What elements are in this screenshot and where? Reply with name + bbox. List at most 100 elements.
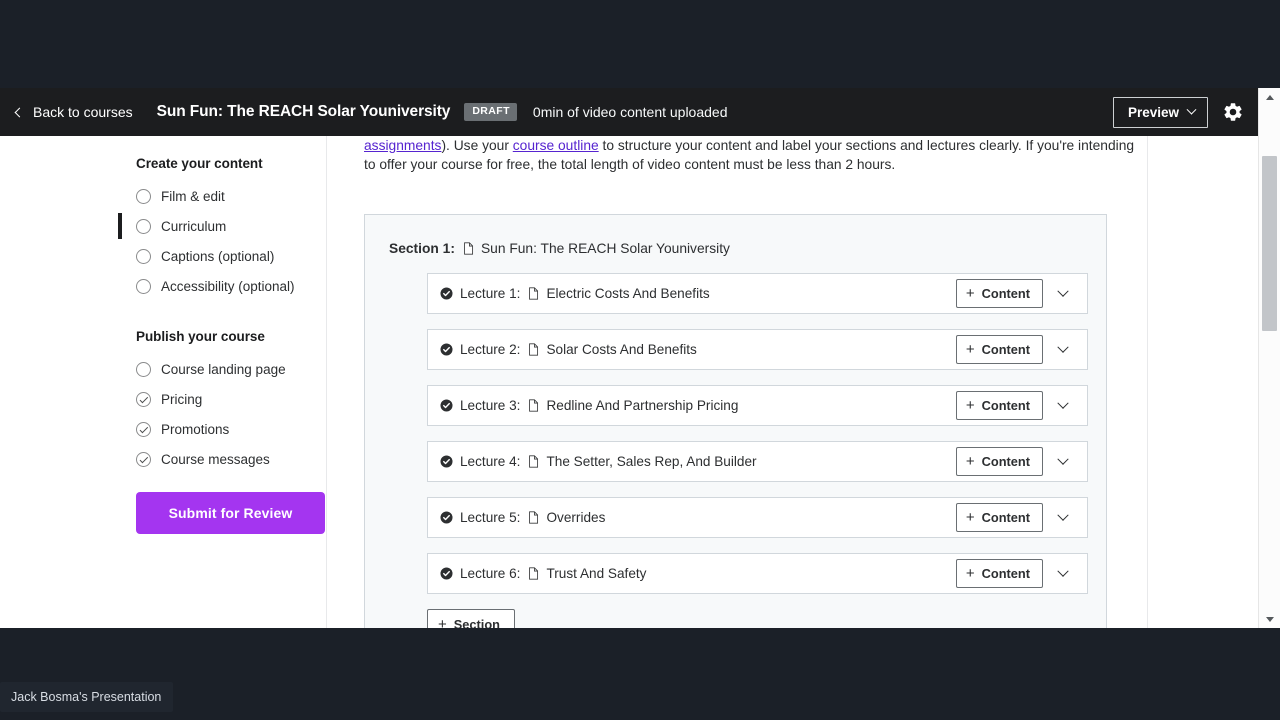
check-circle-icon [440,567,453,580]
check-circle-icon [440,399,453,412]
expand-lecture-chevron-down-icon[interactable] [1052,283,1074,305]
back-to-courses-link[interactable]: Back to courses [14,104,133,120]
course-editor-window: Back to courses Sun Fun: The REACH Solar… [0,88,1280,628]
sidebar-item-course-messages[interactable]: Course messages [136,444,326,474]
assignments-link[interactable]: assignments [364,138,441,153]
sidebar-group-title: Create your content [136,156,263,171]
lecture-label: Lecture 5: [460,510,521,525]
scrollbar-thumb[interactable] [1262,156,1277,331]
add-content-button[interactable]: + Content [955,447,1043,476]
lecture-title: Solar Costs And Benefits [546,342,697,357]
table-row[interactable]: Lecture 5: Overrides + Content [427,497,1088,538]
sidebar-item-curriculum[interactable]: Curriculum [118,211,326,241]
sidebar-item-label: Promotions [161,421,230,437]
sidebar-item-pricing[interactable]: Pricing [136,384,326,414]
sidebar-group-title: Publish your course [136,329,265,344]
lecture-row-actions: + Content [955,391,1074,420]
add-content-label: Content [981,510,1030,525]
document-icon [463,242,474,255]
scroll-down-arrow-icon[interactable] [1259,610,1280,628]
radio-checked-icon [136,421,151,437]
app-top-bar: Back to courses Sun Fun: The REACH Solar… [0,88,1258,136]
top-bar-actions: Preview [1112,96,1244,128]
check-circle-icon [440,343,453,356]
lecture-row-actions: + Content [955,447,1074,476]
sidebar-group-publish-your-course: Publish your course Course landing page … [136,329,326,534]
document-icon [528,287,539,300]
page-scrollbar[interactable] [1258,88,1280,628]
add-content-button[interactable]: + Content [955,559,1043,588]
sidebar-item-course-landing-page[interactable]: Course landing page [136,354,326,384]
expand-lecture-chevron-down-icon[interactable] [1052,395,1074,417]
add-content-label: Content [981,398,1030,413]
lecture-row-actions: + Content [955,279,1074,308]
document-icon [528,399,539,412]
gear-icon[interactable] [1222,101,1244,123]
document-icon [528,567,539,580]
taskbar-window-item[interactable]: Jack Bosma's Presentation [0,682,174,712]
expand-lecture-chevron-down-icon[interactable] [1052,507,1074,529]
document-icon [528,343,539,356]
check-circle-icon [440,455,453,468]
sidebar-item-label: Captions (optional) [161,248,275,264]
sidebar-item-label: Pricing [161,391,203,407]
table-row[interactable]: Lecture 6: Trust And Safety + Content [427,553,1088,594]
add-curriculum-item-button[interactable]: + Section [427,609,515,628]
submit-for-review-button[interactable]: Submit for Review [136,492,325,534]
radio-checked-icon [136,451,151,467]
sidebar-item-captions[interactable]: Captions (optional) [136,241,326,271]
add-content-label: Content [981,286,1030,301]
add-content-button[interactable]: + Content [955,335,1043,364]
table-row[interactable]: Lecture 4: The Setter, Sales Rep, And Bu… [427,441,1088,482]
plus-icon: + [965,284,975,302]
curriculum-scroll-content: assignments). Use your course outline to… [327,136,1147,628]
sidebar-item-label: Accessibility (optional) [161,278,295,294]
lecture-title: Overrides [546,510,606,525]
radio-icon [136,278,151,294]
table-row[interactable]: Lecture 3: Redline And Partnership Prici… [427,385,1088,426]
video-content-status: 0min of video content uploaded [532,104,728,120]
add-curriculum-item-label: Section [453,617,500,628]
sidebar-item-promotions[interactable]: Promotions [136,414,326,444]
plus-icon: + [438,615,447,629]
check-circle-icon [440,287,453,300]
add-content-button[interactable]: + Content [955,391,1043,420]
plus-icon: + [965,564,975,582]
radio-icon [136,248,151,264]
document-icon [528,455,539,468]
table-row[interactable]: Lecture 1: Electric Costs And Benefits +… [427,273,1088,314]
document-icon [528,511,539,524]
status-badge: DRAFT [464,103,517,121]
chevron-down-icon [1186,104,1197,115]
add-content-button[interactable]: + Content [955,503,1043,532]
sidebar-item-film-and-edit[interactable]: Film & edit [136,181,326,211]
sidebar-item-label: Curriculum [161,218,227,234]
lecture-label: Lecture 6: [460,566,521,581]
preview-button-label: Preview [1127,104,1179,120]
lecture-list: Lecture 1: Electric Costs And Benefits +… [383,273,1088,628]
section-card: Section 1: Sun Fun: The REACH Solar Youn… [364,214,1107,628]
preview-button[interactable]: Preview [1112,96,1208,128]
expand-lecture-chevron-down-icon[interactable] [1052,339,1074,361]
chevron-left-icon [14,107,25,117]
add-content-button[interactable]: + Content [955,279,1043,308]
sidebar-item-accessibility[interactable]: Accessibility (optional) [136,271,326,301]
sidebar-group-create-your-content: Create your content Film & edit Curricul… [118,156,326,301]
back-to-courses-label: Back to courses [33,104,133,120]
sidebar-scroll-content: Setup & test video Create your content F… [118,136,326,534]
table-row[interactable]: Lecture 2: Solar Costs And Benefits + Co… [427,329,1088,370]
plus-icon: + [965,508,975,526]
plus-icon: + [965,452,975,470]
lecture-label: Lecture 3: [460,398,521,413]
course-title: Sun Fun: The REACH Solar Youniversity [156,103,451,120]
course-outline-link[interactable]: course outline [513,138,599,153]
scroll-up-arrow-icon[interactable] [1259,88,1280,106]
expand-lecture-chevron-down-icon[interactable] [1052,451,1074,473]
lecture-row-actions: + Content [955,559,1074,588]
add-content-label: Content [981,454,1030,469]
check-circle-icon [440,511,453,524]
active-step-indicator [118,213,122,239]
lecture-title: Redline And Partnership Pricing [546,398,739,413]
radio-icon [136,218,151,234]
expand-lecture-chevron-down-icon[interactable] [1052,563,1074,585]
